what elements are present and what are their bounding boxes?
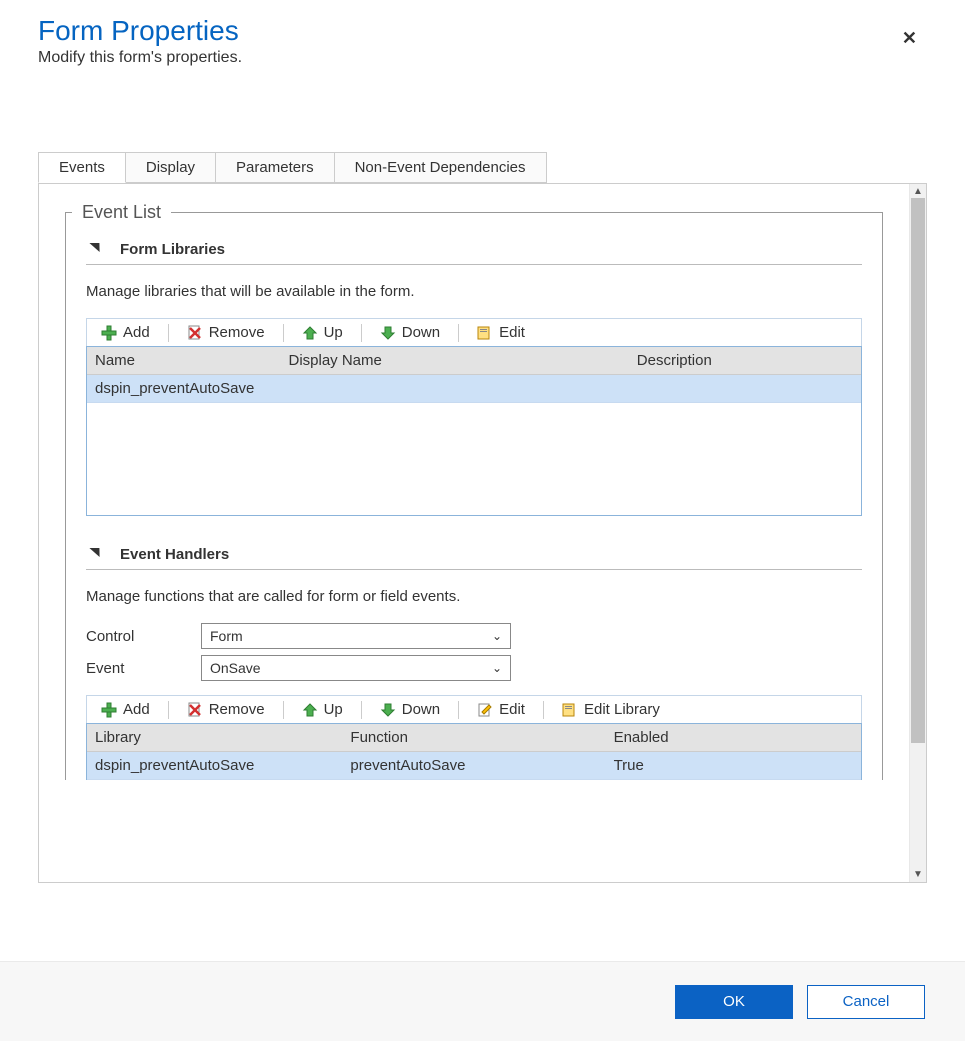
- tab-events[interactable]: Events: [38, 152, 126, 183]
- form-libraries-grid: Name Display Name Description dspin_prev…: [86, 346, 862, 516]
- edit-library-button[interactable]: Edit Library: [554, 699, 668, 720]
- event-handlers-title: Event Handlers: [120, 546, 229, 563]
- separator: [543, 701, 544, 719]
- separator: [458, 324, 459, 342]
- cell-library: dspin_preventAutoSave: [87, 752, 342, 779]
- event-handlers-section: Event Handlers Manage functions that are…: [66, 516, 882, 780]
- up-button[interactable]: Up: [294, 699, 351, 720]
- edit-icon: [477, 325, 493, 341]
- collapse-icon[interactable]: [89, 548, 104, 557]
- event-handlers-desc: Manage functions that are called for for…: [86, 588, 862, 605]
- event-handlers-toolbar: Add Remove Up: [86, 695, 862, 723]
- control-value: Form: [210, 628, 243, 644]
- tab-non-event-dependencies[interactable]: Non-Event Dependencies: [334, 152, 547, 183]
- separator: [168, 701, 169, 719]
- event-list-group: Event List Form Libraries Manage librari…: [65, 202, 883, 780]
- scrollbar[interactable]: ▲ ▼: [909, 184, 926, 882]
- col-library[interactable]: Library: [87, 724, 342, 751]
- ok-button[interactable]: OK: [675, 985, 793, 1019]
- remove-button[interactable]: Remove: [179, 699, 273, 720]
- add-icon: [101, 325, 117, 341]
- footer: OK Cancel: [0, 961, 965, 1041]
- down-icon: [380, 325, 396, 341]
- event-value: OnSave: [210, 660, 261, 676]
- tab-display[interactable]: Display: [125, 152, 216, 183]
- add-button[interactable]: Add: [93, 322, 158, 343]
- tabs: Events Display Parameters Non-Event Depe…: [38, 152, 927, 184]
- remove-icon: [187, 702, 203, 718]
- separator: [168, 324, 169, 342]
- add-button[interactable]: Add: [93, 699, 158, 720]
- edit-icon: [477, 702, 493, 718]
- separator: [361, 701, 362, 719]
- separator: [283, 701, 284, 719]
- add-icon: [101, 702, 117, 718]
- down-button[interactable]: Down: [372, 322, 448, 343]
- add-label: Add: [123, 324, 150, 341]
- up-button[interactable]: Up: [294, 322, 351, 343]
- cancel-button[interactable]: Cancel: [807, 985, 925, 1019]
- up-label: Up: [324, 701, 343, 718]
- col-description[interactable]: Description: [629, 347, 861, 374]
- separator: [458, 701, 459, 719]
- down-button[interactable]: Down: [372, 699, 448, 720]
- col-enabled[interactable]: Enabled: [606, 724, 861, 751]
- edit-button[interactable]: Edit: [469, 699, 533, 720]
- scroll-up-icon[interactable]: ▲: [910, 186, 926, 197]
- event-label: Event: [86, 660, 201, 677]
- remove-button[interactable]: Remove: [179, 322, 273, 343]
- form-libraries-section: Form Libraries Manage libraries that wil…: [66, 223, 882, 516]
- up-icon: [302, 702, 318, 718]
- remove-icon: [187, 325, 203, 341]
- page-title: Form Properties: [38, 15, 927, 47]
- up-label: Up: [324, 324, 343, 341]
- page-subtitle: Modify this form's properties.: [38, 49, 927, 67]
- col-name[interactable]: Name: [87, 347, 281, 374]
- remove-label: Remove: [209, 701, 265, 718]
- chevron-down-icon: ⌄: [492, 661, 502, 675]
- separator: [283, 324, 284, 342]
- form-libraries-title: Form Libraries: [120, 241, 225, 258]
- event-list-legend: Event List: [72, 202, 171, 223]
- control-label: Control: [86, 628, 201, 645]
- col-function[interactable]: Function: [342, 724, 605, 751]
- edit-library-label: Edit Library: [584, 701, 660, 718]
- up-icon: [302, 325, 318, 341]
- scrollbar-thumb[interactable]: [911, 198, 925, 743]
- collapse-icon[interactable]: [89, 243, 104, 252]
- scroll-down-icon[interactable]: ▼: [910, 869, 926, 880]
- tab-parameters[interactable]: Parameters: [215, 152, 335, 183]
- table-row[interactable]: dspin_preventAutoSave: [87, 375, 861, 403]
- cell-function: preventAutoSave: [342, 752, 605, 779]
- cell-description: [629, 375, 861, 402]
- down-label: Down: [402, 324, 440, 341]
- close-icon: ✕: [902, 28, 917, 48]
- close-button[interactable]: ✕: [902, 28, 917, 49]
- form-libraries-desc: Manage libraries that will be available …: [86, 283, 862, 300]
- edit-label: Edit: [499, 701, 525, 718]
- down-icon: [380, 702, 396, 718]
- cell-enabled: True: [606, 752, 861, 779]
- cell-display-name: [281, 375, 629, 402]
- col-display-name[interactable]: Display Name: [281, 347, 629, 374]
- table-row[interactable]: dspin_preventAutoSave preventAutoSave Tr…: [87, 752, 861, 780]
- edit-button[interactable]: Edit: [469, 322, 533, 343]
- form-libraries-toolbar: Add Remove Up: [86, 318, 862, 346]
- control-select[interactable]: Form ⌄: [201, 623, 511, 649]
- event-handlers-grid: Library Function Enabled dspin_preventAu…: [86, 723, 862, 780]
- event-select[interactable]: OnSave ⌄: [201, 655, 511, 681]
- cell-name: dspin_preventAutoSave: [87, 375, 281, 402]
- down-label: Down: [402, 701, 440, 718]
- add-label: Add: [123, 701, 150, 718]
- edit-label: Edit: [499, 324, 525, 341]
- remove-label: Remove: [209, 324, 265, 341]
- separator: [361, 324, 362, 342]
- edit-library-icon: [562, 702, 578, 718]
- chevron-down-icon: ⌄: [492, 629, 502, 643]
